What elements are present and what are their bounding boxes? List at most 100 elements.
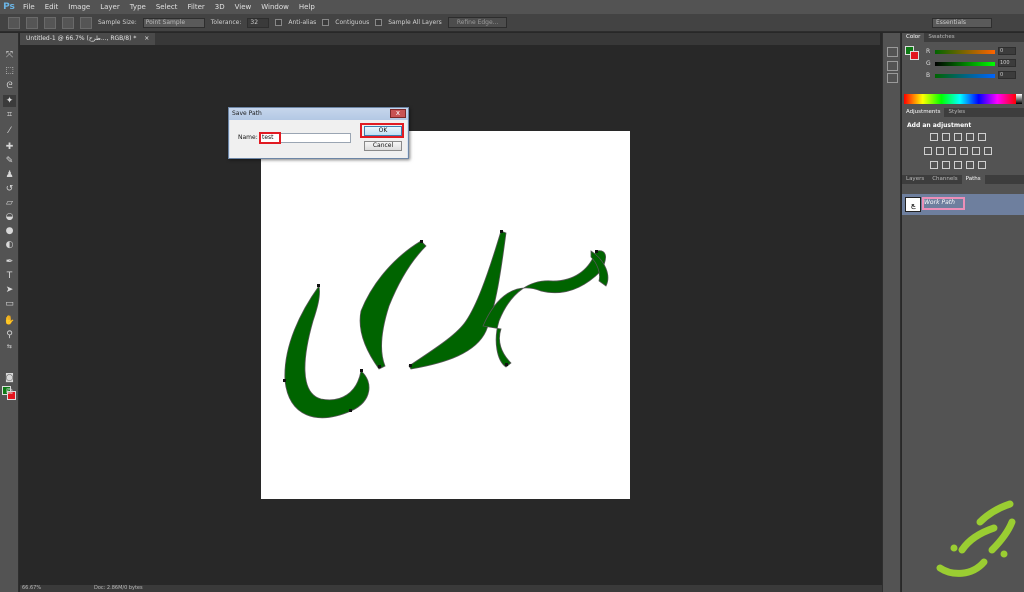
watermark-dot [950, 544, 958, 552]
photoshop-logo: Ps [3, 2, 15, 12]
curves-adjustment-icon[interactable] [954, 133, 962, 141]
document-tab-bar: Untitled-1 @ 66.7% (طرح..., RGB/8) * × [20, 33, 880, 45]
menu-window[interactable]: Window [256, 3, 294, 11]
history-brush-icon[interactable]: ↺ [3, 183, 16, 195]
refine-edge-button[interactable]: Refine Edge... [447, 17, 508, 28]
document-tab-close-icon[interactable]: × [144, 35, 149, 42]
blue-value-field[interactable]: 0 [998, 71, 1016, 79]
document-tab-title: Untitled-1 @ 66.7% (طرح..., RGB/8) * [26, 35, 137, 42]
swap-colors-icon[interactable]: ⇆ [3, 341, 16, 353]
status-zoom[interactable]: 66.67% [22, 585, 41, 592]
workspace-select[interactable]: Essentials [932, 18, 992, 28]
color-panel: R 0 G 100 B 0 [902, 42, 1024, 106]
clone-stamp-icon[interactable]: ♟ [3, 169, 16, 181]
red-value-field[interactable]: 0 [998, 47, 1016, 55]
paint-bucket-icon[interactable]: ◒ [3, 211, 16, 223]
document-canvas[interactable] [261, 131, 630, 499]
blur-tool-icon[interactable]: ● [3, 225, 16, 237]
menu-edit[interactable]: Edit [40, 3, 64, 11]
tab-color[interactable]: Color [902, 33, 925, 42]
cancel-button[interactable]: Cancel [364, 141, 402, 151]
menu-help[interactable]: Help [294, 3, 320, 11]
color-lookup-icon[interactable] [984, 147, 992, 155]
eyedropper-tool-icon[interactable]: ⁄ [3, 125, 16, 137]
red-slider-track[interactable] [935, 50, 995, 54]
grayscale-ramp[interactable] [1016, 94, 1022, 104]
color-panel-background[interactable] [910, 51, 919, 60]
hand-tool-icon[interactable]: ✋ [3, 315, 16, 327]
contiguous-checkbox[interactable] [322, 19, 330, 26]
menu-type[interactable]: Type [125, 3, 151, 11]
brightness-adjustment-icon[interactable] [930, 133, 938, 141]
photo-filter-icon[interactable] [960, 147, 968, 155]
tools-panel: ⤧ ⬚ ᘓ ✦ ⌗ ⁄ ✚ ✎ ♟ ↺ ▱ ◒ ● ◐ ✒ T ➤ ▭ ✋ ⚲ … [0, 33, 19, 592]
threshold-icon[interactable] [954, 161, 962, 169]
pen-tool-icon[interactable]: ✒ [3, 256, 16, 268]
tab-adjustments[interactable]: Adjustments [902, 108, 945, 117]
zoom-tool-icon[interactable]: ⚲ [3, 329, 16, 341]
magic-wand-tool-preset-icon[interactable] [8, 16, 20, 29]
lasso-tool-icon[interactable]: ᘓ [3, 80, 16, 92]
eraser-tool-icon[interactable]: ▱ [3, 197, 16, 209]
contiguous-label: Contiguous [335, 19, 370, 26]
path-anchor-point [349, 409, 352, 412]
healing-brush-icon[interactable]: ✚ [3, 141, 16, 153]
color-balance-icon[interactable] [936, 147, 944, 155]
sample-all-layers-checkbox[interactable] [375, 19, 383, 26]
path-selection-icon[interactable]: ➤ [3, 284, 16, 296]
color-spectrum-bar[interactable] [904, 94, 1016, 104]
menu-file[interactable]: File [18, 3, 40, 11]
move-tool-icon[interactable]: ⤧ [3, 49, 16, 61]
blue-slider-track[interactable] [935, 74, 995, 78]
invert-icon[interactable] [930, 161, 938, 169]
add-selection-icon[interactable] [44, 16, 56, 29]
antialias-checkbox[interactable] [275, 19, 283, 26]
dodge-tool-icon[interactable]: ◐ [3, 239, 16, 251]
work-path-row[interactable]: ﻊ Work Path [902, 194, 1024, 215]
menu-layer[interactable]: Layer [95, 3, 125, 11]
levels-adjustment-icon[interactable] [942, 133, 950, 141]
tab-swatches[interactable]: Swatches [924, 33, 958, 42]
new-selection-icon[interactable] [26, 16, 38, 29]
info-panel-icon[interactable] [887, 73, 898, 83]
marquee-tool-icon[interactable]: ⬚ [3, 65, 16, 77]
green-value-field[interactable]: 100 [998, 59, 1016, 67]
magic-wand-tool-icon[interactable]: ✦ [3, 95, 16, 107]
channel-mixer-icon[interactable] [972, 147, 980, 155]
menu-view[interactable]: View [230, 3, 257, 11]
menu-image[interactable]: Image [63, 3, 95, 11]
blue-slider[interactable]: B 0 [926, 71, 1022, 80]
vibrance-adjustment-icon[interactable] [978, 133, 986, 141]
green-slider[interactable]: G 100 [926, 59, 1022, 68]
dialog-close-icon[interactable]: x [390, 109, 406, 118]
red-slider[interactable]: R 0 [926, 47, 1022, 56]
hue-saturation-icon[interactable] [924, 147, 932, 155]
dialog-titlebar[interactable]: Save Path x [229, 108, 408, 120]
gradient-map-icon[interactable] [966, 161, 974, 169]
intersect-selection-icon[interactable] [80, 16, 92, 29]
screen-mode-icon[interactable]: ⧉ [3, 386, 16, 398]
green-slider-track[interactable] [935, 62, 995, 66]
tab-styles[interactable]: Styles [944, 108, 969, 117]
type-tool-icon[interactable]: T [3, 270, 16, 282]
menu-filter[interactable]: Filter [182, 3, 209, 11]
crop-tool-icon[interactable]: ⌗ [3, 109, 16, 121]
quick-mask-icon[interactable]: ◙ [3, 372, 16, 384]
exposure-adjustment-icon[interactable] [966, 133, 974, 141]
menu-3d[interactable]: 3D [210, 3, 230, 11]
brush-tool-icon[interactable]: ✎ [3, 155, 16, 167]
document-tab[interactable]: Untitled-1 @ 66.7% (طرح..., RGB/8) * × [20, 33, 156, 45]
sample-size-label: Sample Size: [98, 19, 137, 26]
selective-color-icon[interactable] [978, 161, 986, 169]
black-white-icon[interactable] [948, 147, 956, 155]
sample-size-select[interactable]: Point Sample [142, 17, 205, 28]
posterize-icon[interactable] [942, 161, 950, 169]
rectangle-tool-icon[interactable]: ▭ [3, 298, 16, 310]
tolerance-input[interactable]: 32 [247, 17, 270, 28]
path-anchor-point [409, 364, 412, 367]
history-panel-icon[interactable] [887, 47, 898, 57]
status-bar: 66.67% Doc: 2.86M/0 bytes [20, 585, 882, 592]
subtract-selection-icon[interactable] [62, 16, 74, 29]
properties-panel-icon[interactable] [887, 61, 898, 71]
menu-select[interactable]: Select [151, 3, 183, 11]
